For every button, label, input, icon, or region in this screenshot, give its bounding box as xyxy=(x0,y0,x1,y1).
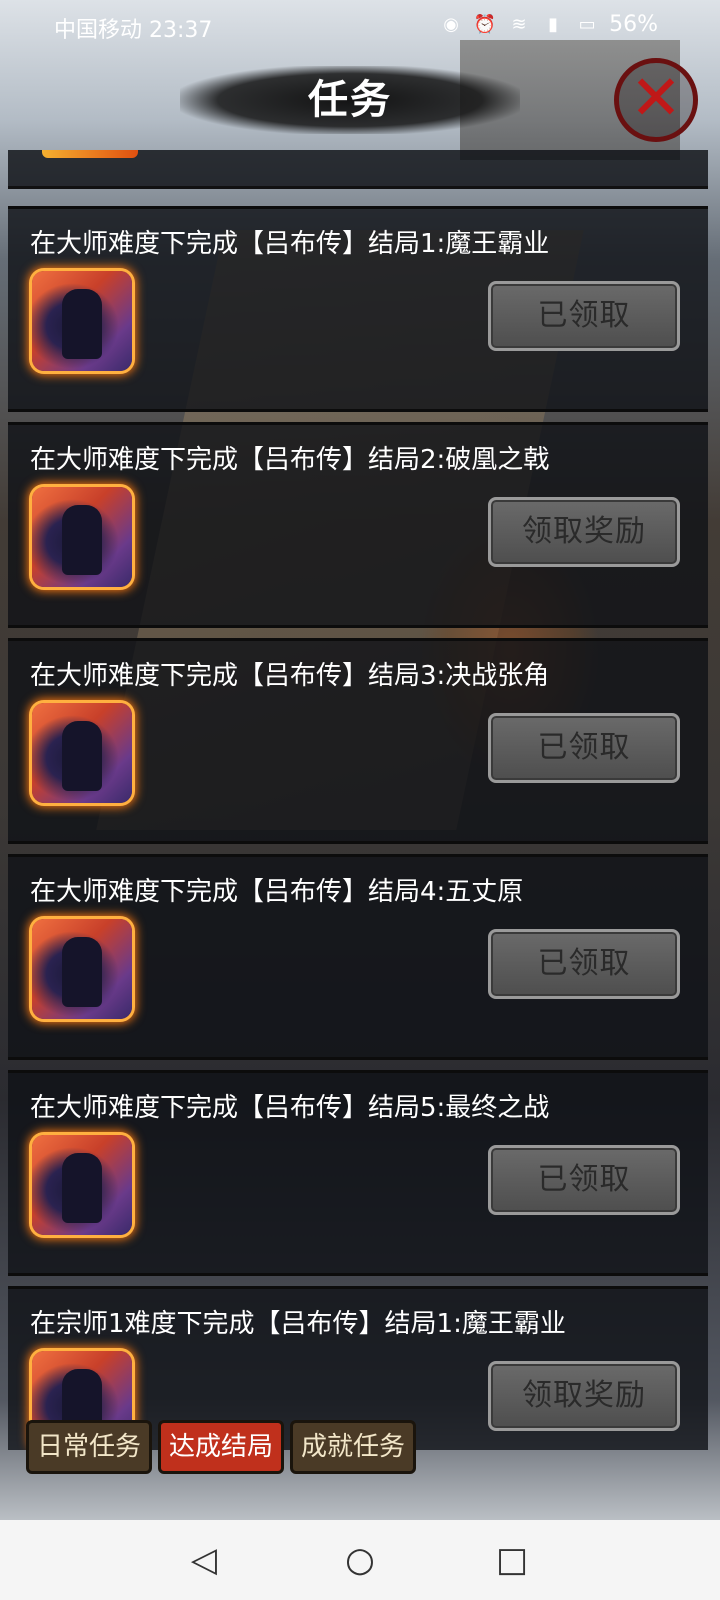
task-description: 在大师难度下完成【吕布传】结局5:最终之战 xyxy=(30,1093,550,1123)
list-item: 在大师难度下完成【吕布传】结局4:五丈原 已领取 xyxy=(8,854,708,1060)
close-button[interactable]: ✕ xyxy=(614,58,698,142)
list-item: 在大师难度下完成【吕布传】结局3:决战张角 已领取 xyxy=(8,638,708,844)
eye-icon: ◉ xyxy=(443,13,459,35)
claimed-button[interactable]: 已领取 xyxy=(488,281,680,351)
back-icon[interactable]: ◁ xyxy=(182,1538,226,1582)
tab-endings[interactable]: 达成结局 xyxy=(158,1420,285,1474)
list-item: 在大师难度下完成【吕布传】结局1:魔王霸业 已领取 xyxy=(8,206,708,412)
warrior-figure xyxy=(62,289,102,359)
battery-percent: 56% xyxy=(609,12,658,37)
navigation-bar: ◁ ○ □ xyxy=(0,1520,720,1600)
claim-reward-button[interactable]: 领取奖励 xyxy=(488,497,680,567)
list-item: 在大师难度下完成【吕布传】结局2:破凰之戟 领取奖励 xyxy=(8,422,708,628)
claimed-button[interactable]: 已领取 xyxy=(488,1145,680,1215)
task-description: 在大师难度下完成【吕布传】结局1:魔王霸业 xyxy=(30,229,550,259)
carrier-time: 中国移动 23:37 xyxy=(54,18,213,43)
status-icons: ◉ ⏰ ≋ ▮ ▭ 56% xyxy=(439,12,658,37)
claim-reward-button[interactable]: 领取奖励 xyxy=(488,1361,680,1431)
reward-icon[interactable] xyxy=(32,1135,132,1235)
reward-icon[interactable] xyxy=(32,919,132,1019)
page-title-banner: 任务 xyxy=(180,66,520,134)
icon-glow-partial xyxy=(42,150,138,158)
warrior-figure xyxy=(62,721,102,791)
task-description: 在大师难度下完成【吕布传】结局3:决战张角 xyxy=(30,661,550,691)
list-item-partial xyxy=(8,150,708,189)
close-icon: ✕ xyxy=(630,61,682,134)
claimed-button[interactable]: 已领取 xyxy=(488,713,680,783)
warrior-figure xyxy=(62,1153,102,1223)
alarm-icon: ⏰ xyxy=(473,13,497,35)
home-icon[interactable]: ○ xyxy=(338,1538,382,1582)
page-title: 任务 xyxy=(308,77,392,123)
task-list[interactable]: 在大师难度下完成【吕布传】结局1:魔王霸业 已领取 在大师难度下完成【吕布传】结… xyxy=(4,150,712,1450)
task-description: 在大师难度下完成【吕布传】结局2:破凰之戟 xyxy=(30,445,550,475)
warrior-figure xyxy=(62,937,102,1007)
reward-icon[interactable] xyxy=(32,271,132,371)
reward-icon[interactable] xyxy=(32,703,132,803)
signal-icon: ▮ xyxy=(548,13,559,35)
task-description: 在宗师1难度下完成【吕布传】结局1:魔王霸业 xyxy=(30,1309,566,1339)
recent-apps-icon[interactable]: □ xyxy=(490,1538,534,1582)
warrior-figure xyxy=(62,505,102,575)
tab-daily-tasks[interactable]: 日常任务 xyxy=(26,1420,153,1474)
list-item: 在大师难度下完成【吕布传】结局5:最终之战 已领取 xyxy=(8,1070,708,1276)
battery-icon: ▭ xyxy=(578,13,596,35)
status-bar: 中国移动 23:37 ◉ ⏰ ≋ ▮ ▭ 56% xyxy=(0,0,720,52)
tab-achievements[interactable]: 成就任务 xyxy=(290,1420,417,1474)
wifi-icon: ≋ xyxy=(511,13,527,35)
reward-icon[interactable] xyxy=(32,487,132,587)
task-description: 在大师难度下完成【吕布传】结局4:五丈原 xyxy=(30,877,524,907)
claimed-button[interactable]: 已领取 xyxy=(488,929,680,999)
tab-bar: 日常任务 达成结局 成就任务 xyxy=(26,1420,417,1474)
